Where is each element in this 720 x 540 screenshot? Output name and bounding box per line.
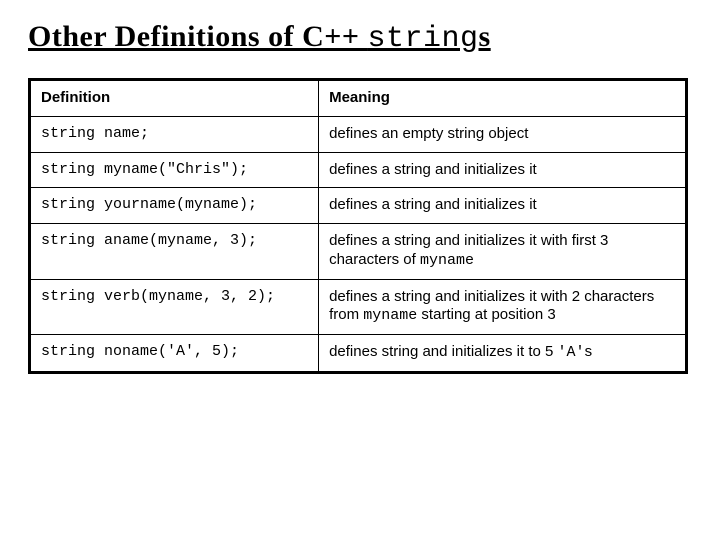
meaning-text: defines string and initializes it to 5 [329, 343, 557, 360]
meaning-text: starting at position 3 [417, 306, 555, 323]
meaning-cell: defines string and initializes it to 5 '… [319, 335, 687, 373]
meaning-cell: defines a string and initializes it with… [319, 279, 687, 335]
definition-cell: string aname(myname, 3); [30, 224, 319, 280]
table-row: string name; defines an empty string obje… [30, 116, 687, 152]
table-row: string noname('A', 5);defines string and… [30, 335, 687, 373]
table-row: string myname("Chris"); defines a string … [30, 152, 687, 188]
table-row: string verb(myname, 3, 2);defines a stri… [30, 279, 687, 335]
header-definition: Definition [30, 80, 319, 117]
definition-cell: string name; [30, 116, 319, 152]
table-header-row: Definition Meaning [30, 80, 687, 117]
meaning-text: defines a string and initializes it [329, 196, 537, 213]
title-mono: string [367, 22, 478, 56]
definition-cell: string verb(myname, 3, 2); [30, 279, 319, 335]
title-prefix: Other Definitions of C++ [28, 20, 367, 53]
table-body: string name; defines an empty string obje… [30, 116, 687, 372]
definition-cell: string myname("Chris"); [30, 152, 319, 188]
header-meaning: Meaning [319, 80, 687, 117]
slide-title: Other Definitions of C++ strings [28, 20, 692, 56]
definitions-table: Definition Meaning string name; defines a… [28, 78, 688, 374]
meaning-cell: defines a string and initializes it [319, 188, 687, 224]
meaning-cell: defines a string and initializes it with… [319, 224, 687, 280]
table-row: string aname(myname, 3);defines a string… [30, 224, 687, 280]
meaning-text: defines a string and initializes it [329, 161, 537, 178]
meaning-text: s [585, 343, 593, 360]
code-inline: myname [363, 307, 417, 324]
meaning-cell: defines a string and initializes it [319, 152, 687, 188]
meaning-cell: defines an empty string object [319, 116, 687, 152]
code-inline: 'A' [558, 344, 585, 361]
code-inline: myname [420, 252, 474, 269]
definition-cell: string noname('A', 5); [30, 335, 319, 373]
definition-cell: string yourname(myname); [30, 188, 319, 224]
table-row: string yourname(myname); defines a string… [30, 188, 687, 224]
title-suffix: s [478, 20, 490, 53]
meaning-text: defines an empty string object [329, 125, 528, 142]
